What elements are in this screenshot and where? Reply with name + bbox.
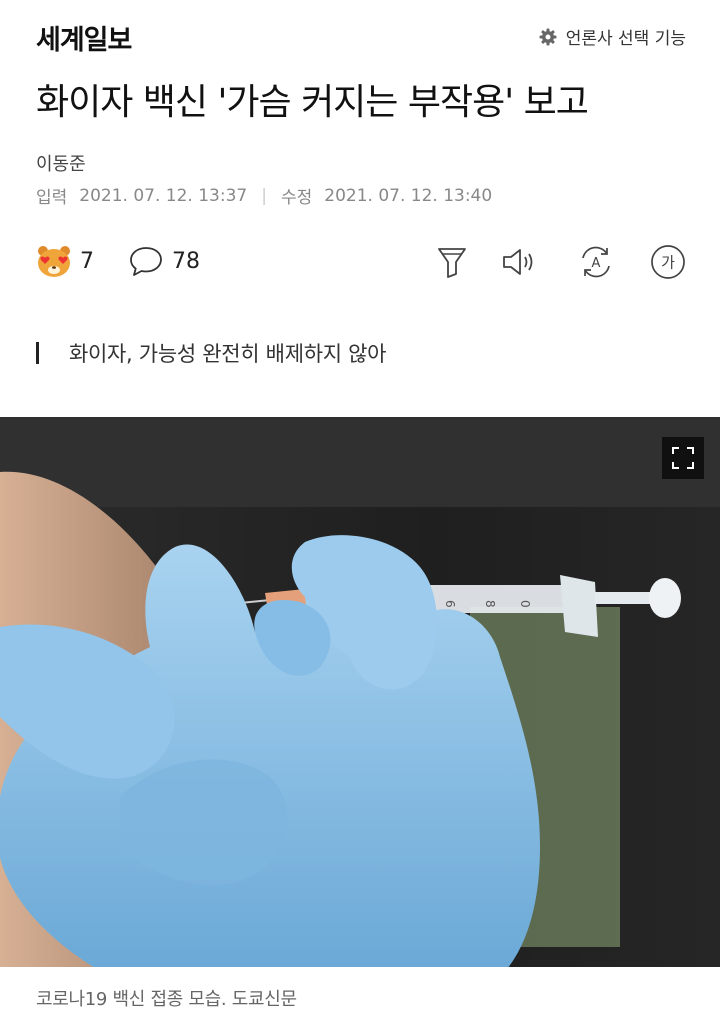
date-separator: | bbox=[261, 185, 267, 206]
article-dates: 입력 2021. 07. 12. 13:37 | 수정 2021. 07. 12… bbox=[36, 183, 493, 209]
font-size-icon: 가 bbox=[651, 245, 685, 279]
svg-text:가: 가 bbox=[661, 254, 675, 272]
tts-audio-icon bbox=[503, 249, 533, 275]
reaction-button[interactable]: 7 bbox=[36, 244, 94, 278]
comment-button[interactable]: 78 bbox=[128, 244, 200, 278]
reaction-emoji-icon bbox=[38, 246, 70, 277]
translate-icon: A bbox=[582, 246, 610, 278]
press-select-label: 언론사 선택 기능 bbox=[565, 29, 686, 49]
translate-button[interactable]: A bbox=[576, 242, 616, 282]
summary-button[interactable] bbox=[432, 242, 472, 282]
subtitle-text: 화이자, 가능성 완전히 배제하지 않아 bbox=[69, 342, 387, 366]
svg-text:6: 6 bbox=[443, 600, 457, 608]
svg-text:8: 8 bbox=[483, 600, 497, 608]
article-headline: 화이자 백신 '가슴 커지는 부작용' 보고 bbox=[36, 82, 589, 123]
top-bar: 세계일보 언론사 선택 기능 bbox=[0, 0, 720, 70]
input-date: 2021. 07. 12. 13:37 bbox=[79, 185, 248, 206]
article-subtitle: 화이자, 가능성 완전히 배제하지 않아 bbox=[36, 338, 386, 368]
article-photo[interactable]: 6 8 0 bbox=[0, 417, 720, 967]
modified-date: 2021. 07. 12. 13:40 bbox=[324, 185, 493, 206]
summary-icon bbox=[438, 248, 466, 278]
font-size-button[interactable]: 가 bbox=[648, 242, 688, 282]
expand-photo-button[interactable] bbox=[662, 437, 704, 479]
article-author[interactable]: 이동준 bbox=[36, 150, 86, 176]
press-select-button[interactable]: 언론사 선택 기능 bbox=[538, 24, 686, 49]
article-toolbar: 7 78 A 가 bbox=[36, 240, 686, 286]
comment-icon bbox=[130, 247, 162, 276]
press-logo[interactable]: 세계일보 bbox=[36, 18, 132, 57]
fullscreen-icon bbox=[672, 447, 694, 469]
vaccination-photo: 6 8 0 bbox=[0, 417, 720, 967]
subtitle-bar bbox=[36, 342, 39, 364]
tts-button[interactable] bbox=[500, 242, 540, 282]
svg-text:0: 0 bbox=[518, 600, 532, 608]
photo-caption: 코로나19 백신 접종 모습. 도쿄신문 bbox=[36, 989, 297, 1010]
svg-text:A: A bbox=[592, 256, 601, 271]
modified-label: 수정 bbox=[280, 188, 313, 208]
input-label: 입력 bbox=[36, 188, 68, 208]
gear-icon bbox=[539, 28, 557, 45]
reaction-count: 7 bbox=[80, 248, 94, 274]
comment-count: 78 bbox=[172, 248, 200, 274]
